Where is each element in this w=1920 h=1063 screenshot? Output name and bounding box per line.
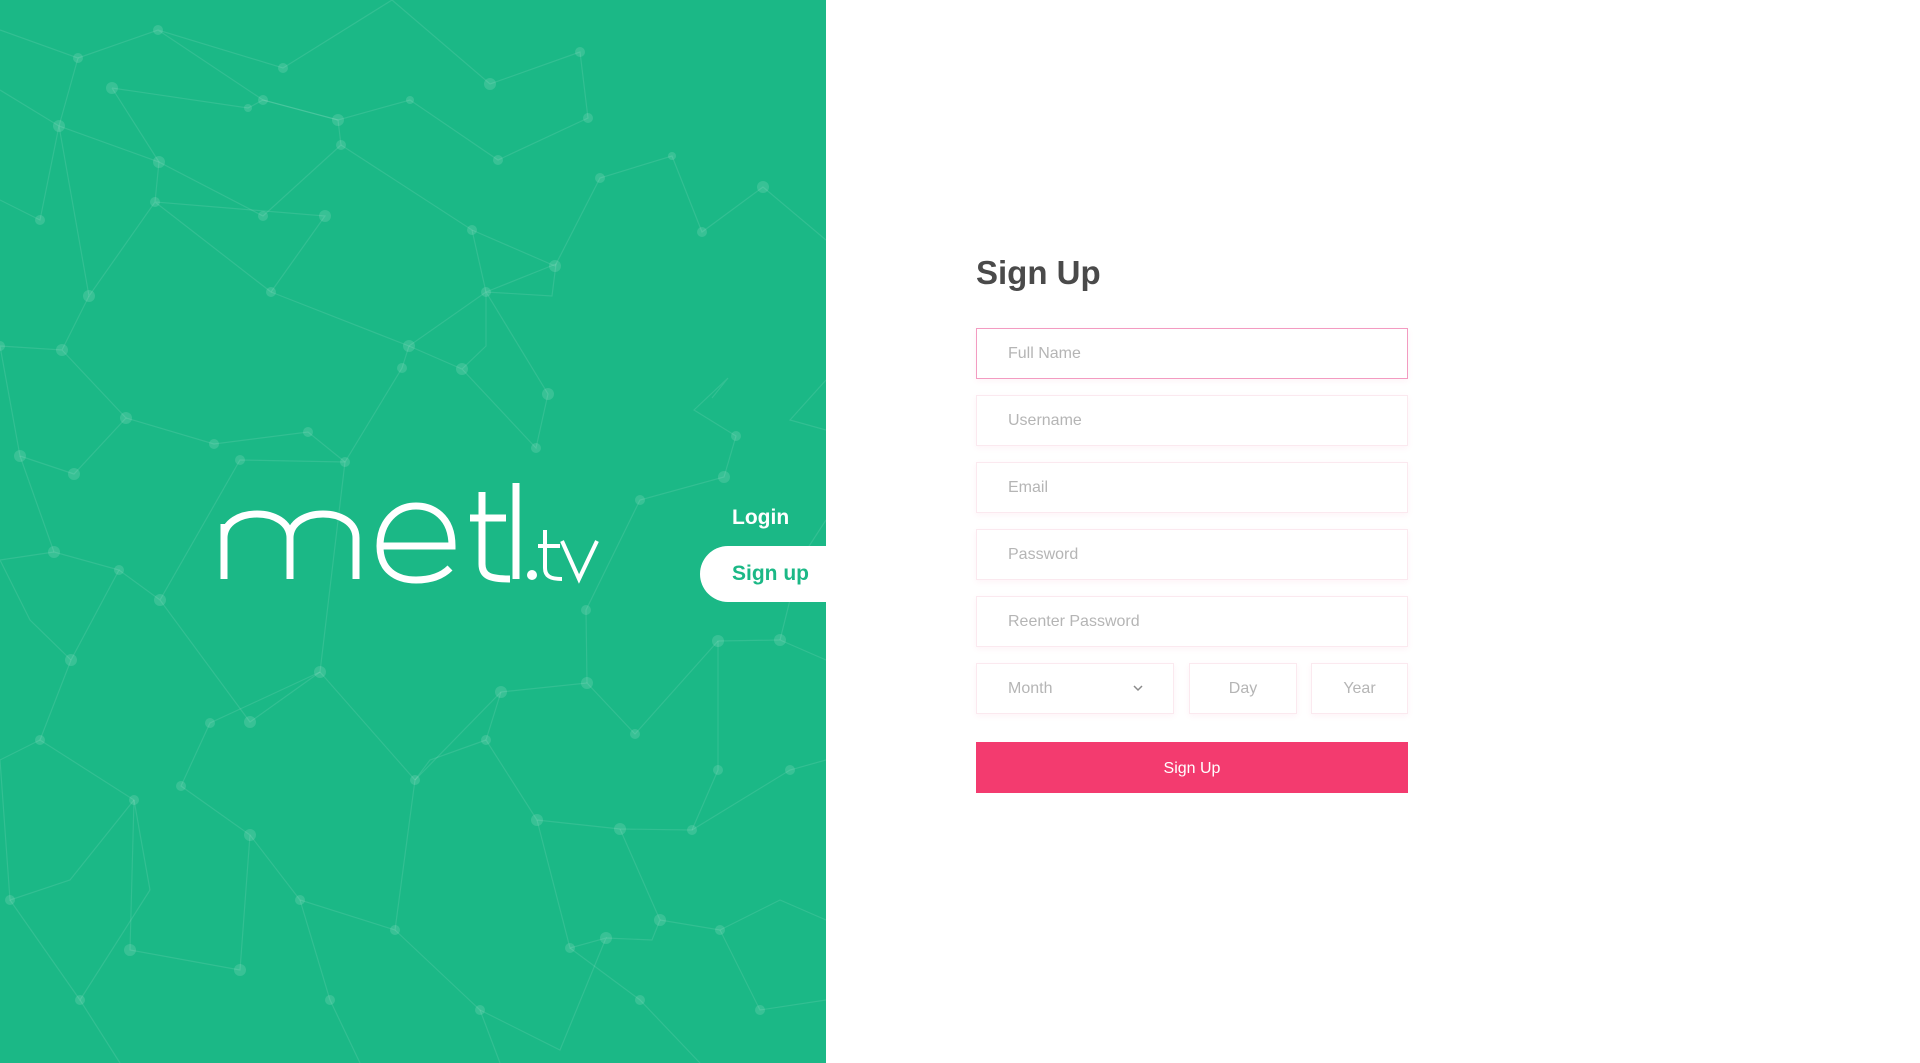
reenter-password-input[interactable] (976, 596, 1408, 647)
email-input[interactable] (976, 462, 1408, 513)
auth-nav: Login Sign up (700, 490, 826, 602)
tab-signup[interactable]: Sign up (700, 546, 826, 602)
sign-up-button[interactable]: Sign Up (976, 742, 1408, 793)
day-input[interactable]: Day (1189, 663, 1297, 714)
day-input-label: Day (1228, 680, 1258, 697)
signup-form: Sign Up Month Day Year Sign Up (976, 252, 1408, 793)
form-panel: Sign Up Month Day Year Sign Up (826, 0, 1920, 1063)
metl-tv-logo (220, 483, 599, 584)
birthdate-row: Month Day Year (976, 663, 1408, 714)
page-title: Sign Up (976, 254, 1101, 291)
password-input[interactable] (976, 529, 1408, 580)
month-select[interactable]: Month (976, 663, 1174, 714)
username-input[interactable] (976, 395, 1408, 446)
year-input[interactable]: Year (1311, 663, 1408, 714)
brand-panel: Login Sign up (0, 0, 826, 1063)
year-input-label: Year (1343, 680, 1376, 697)
tab-login[interactable]: Login (700, 490, 826, 546)
full-name-input[interactable] (976, 328, 1408, 379)
chevron-down-icon (1133, 685, 1143, 692)
month-select-label: Month (1008, 680, 1053, 697)
